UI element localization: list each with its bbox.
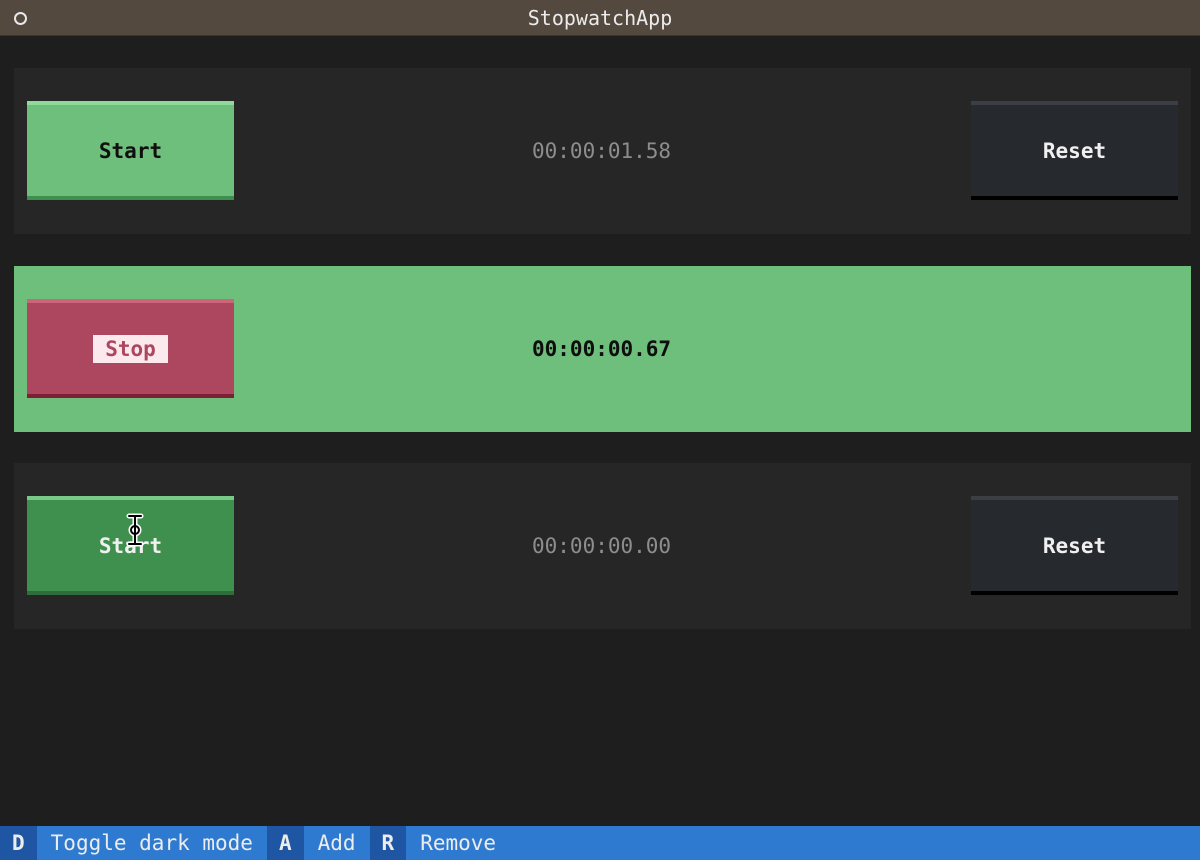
window-circle-icon[interactable] xyxy=(14,12,27,25)
time-display: 00:00:00.00 xyxy=(532,534,672,558)
stop-button[interactable]: Stop xyxy=(27,299,234,398)
stopwatch-row: Start 00:00:01.58 Reset xyxy=(14,68,1191,234)
time-display: 00:00:00.67 xyxy=(532,337,672,361)
key-label-remove[interactable]: Remove xyxy=(406,826,510,860)
key-badge-r[interactable]: R xyxy=(369,826,407,860)
window-title: StopwatchApp xyxy=(527,5,673,30)
key-badge-a[interactable]: A xyxy=(266,826,304,860)
start-button[interactable]: Start xyxy=(27,101,234,200)
stop-button-label: Stop xyxy=(93,334,168,363)
key-label-toggle-dark-mode[interactable]: Toggle dark mode xyxy=(37,826,267,860)
stopwatch-list[interactable]: Start 00:00:01.58 Reset Stop 00:00:00.67… xyxy=(0,36,1200,826)
key-label-add[interactable]: Add xyxy=(304,826,370,860)
stopwatch-row-running: Stop 00:00:00.67 xyxy=(14,266,1191,432)
time-display: 00:00:01.58 xyxy=(532,139,672,163)
reset-button[interactable]: Reset xyxy=(971,496,1178,595)
footer-key-bindings: D Toggle dark mode A Add R Remove xyxy=(0,826,1200,860)
stopwatch-row: Start 00:00:00.00 Reset xyxy=(14,463,1191,629)
reset-button[interactable]: Reset xyxy=(971,101,1178,200)
text-cursor-icon xyxy=(126,513,144,547)
title-bar: StopwatchApp xyxy=(0,0,1200,36)
key-badge-d[interactable]: D xyxy=(0,826,37,860)
